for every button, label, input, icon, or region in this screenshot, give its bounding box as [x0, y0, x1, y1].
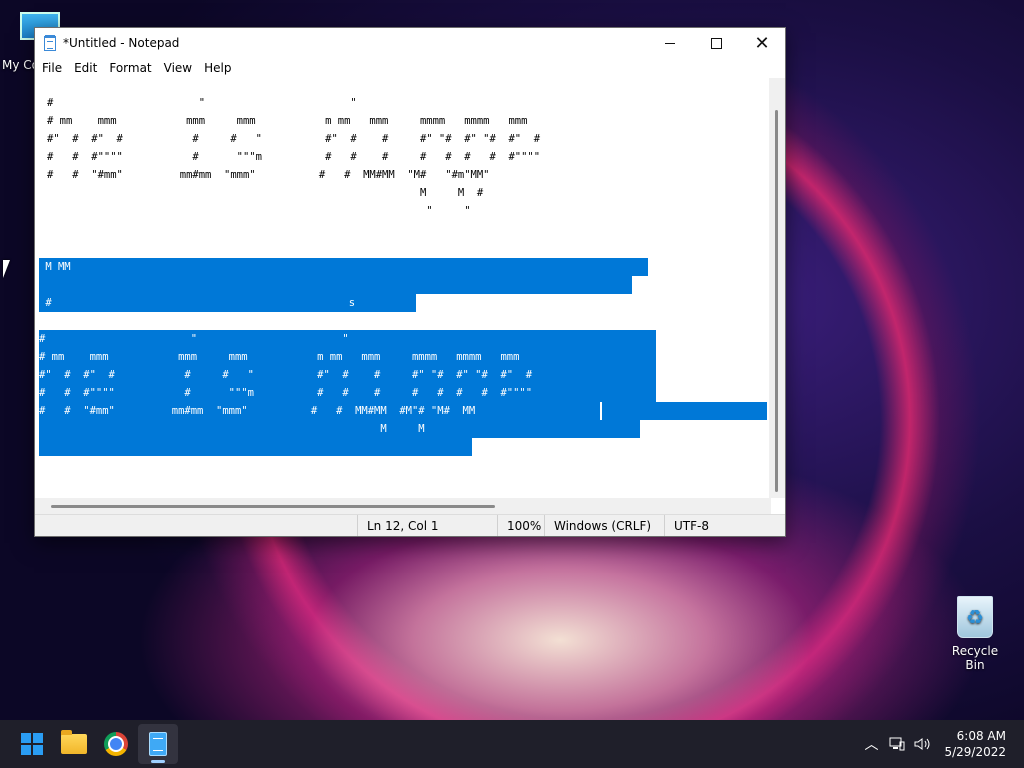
notepad-icon [44, 34, 56, 51]
volume-icon[interactable] [912, 733, 934, 755]
selected-text: M MM # s # " " # mm mmm mmm mmm m mm mmm… [39, 258, 767, 456]
menu-file[interactable]: File [36, 61, 68, 75]
zoom-level: 100% [497, 515, 544, 536]
selected-line [39, 438, 472, 456]
horizontal-scrollbar[interactable] [35, 498, 771, 514]
selected-line: # # "#mm" mm#mm "mmm" # # MM#MM #M"# "M#… [39, 402, 767, 420]
menu-view[interactable]: View [158, 61, 198, 75]
editor-text: # " " # mm mmm mmm mmm m mm mmm mmmm mmm… [47, 97, 541, 217]
selected-line: # # #"""" # """m # # # # # # # #"""" [39, 384, 656, 402]
cursor-position: Ln 12, Col 1 [357, 515, 497, 536]
selected-line: M M [39, 420, 640, 438]
file-explorer-button[interactable] [54, 724, 94, 764]
windows-logo-icon [21, 733, 43, 755]
status-bar: Ln 12, Col 1 100% Windows (CRLF) UTF-8 [35, 514, 785, 536]
clock[interactable]: 6:08 AM 5/29/2022 [944, 728, 1006, 760]
notepad-taskbar-button[interactable] [138, 724, 178, 764]
system-tray: ︿ 6:08 AM 5/29/2022 [860, 728, 1024, 760]
clock-time: 6:08 AM [956, 729, 1006, 743]
selected-line: # " " [39, 330, 656, 348]
folder-icon [61, 730, 87, 754]
notepad-icon [149, 732, 167, 756]
chrome-icon [104, 732, 128, 756]
notepad-window: *Untitled - Notepad ✕ File Edit Format V… [34, 27, 786, 537]
vertical-scrollbar[interactable] [769, 78, 785, 498]
minimize-button[interactable] [647, 28, 693, 58]
chevron-up-icon[interactable]: ︿ [860, 733, 882, 755]
line-ending: Windows (CRLF) [544, 515, 664, 536]
recycle-bin-icon [957, 596, 993, 638]
start-button[interactable] [12, 724, 52, 764]
selected-line: # s [39, 294, 416, 312]
window-title: *Untitled - Notepad [63, 36, 180, 50]
menu-help[interactable]: Help [198, 61, 237, 75]
menu-edit[interactable]: Edit [68, 61, 103, 75]
scroll-thumb[interactable] [775, 110, 778, 492]
text-editor[interactable]: # " " # mm mmm mmm mmm m mm mmm mmmm mmm… [35, 78, 771, 498]
mouse-cursor-icon [3, 260, 10, 278]
selected-line: M MM [39, 258, 648, 276]
close-button[interactable]: ✕ [739, 28, 785, 58]
encoding: UTF-8 [664, 515, 785, 536]
taskbar: ︿ 6:08 AM 5/29/2022 [0, 720, 1024, 768]
title-bar[interactable]: *Untitled - Notepad ✕ [35, 28, 785, 58]
selected-line [39, 276, 632, 294]
network-icon[interactable] [886, 733, 908, 755]
desktop-icon-label: Recycle Bin [951, 644, 999, 672]
clock-date: 5/29/2022 [944, 745, 1006, 759]
chrome-button[interactable] [96, 724, 136, 764]
recycle-bin-shortcut[interactable]: Recycle Bin [942, 596, 1008, 672]
menu-bar: File Edit Format View Help [35, 58, 785, 78]
menu-format[interactable]: Format [103, 61, 157, 75]
scroll-thumb[interactable] [51, 505, 495, 508]
selected-line: # mm mmm mmm mmm m mm mmm mmmm mmmm mmm [39, 348, 656, 366]
selected-line: #" # #" # # # " #" # # #" "# #" "# #" # [39, 366, 656, 384]
maximize-button[interactable] [693, 28, 739, 58]
